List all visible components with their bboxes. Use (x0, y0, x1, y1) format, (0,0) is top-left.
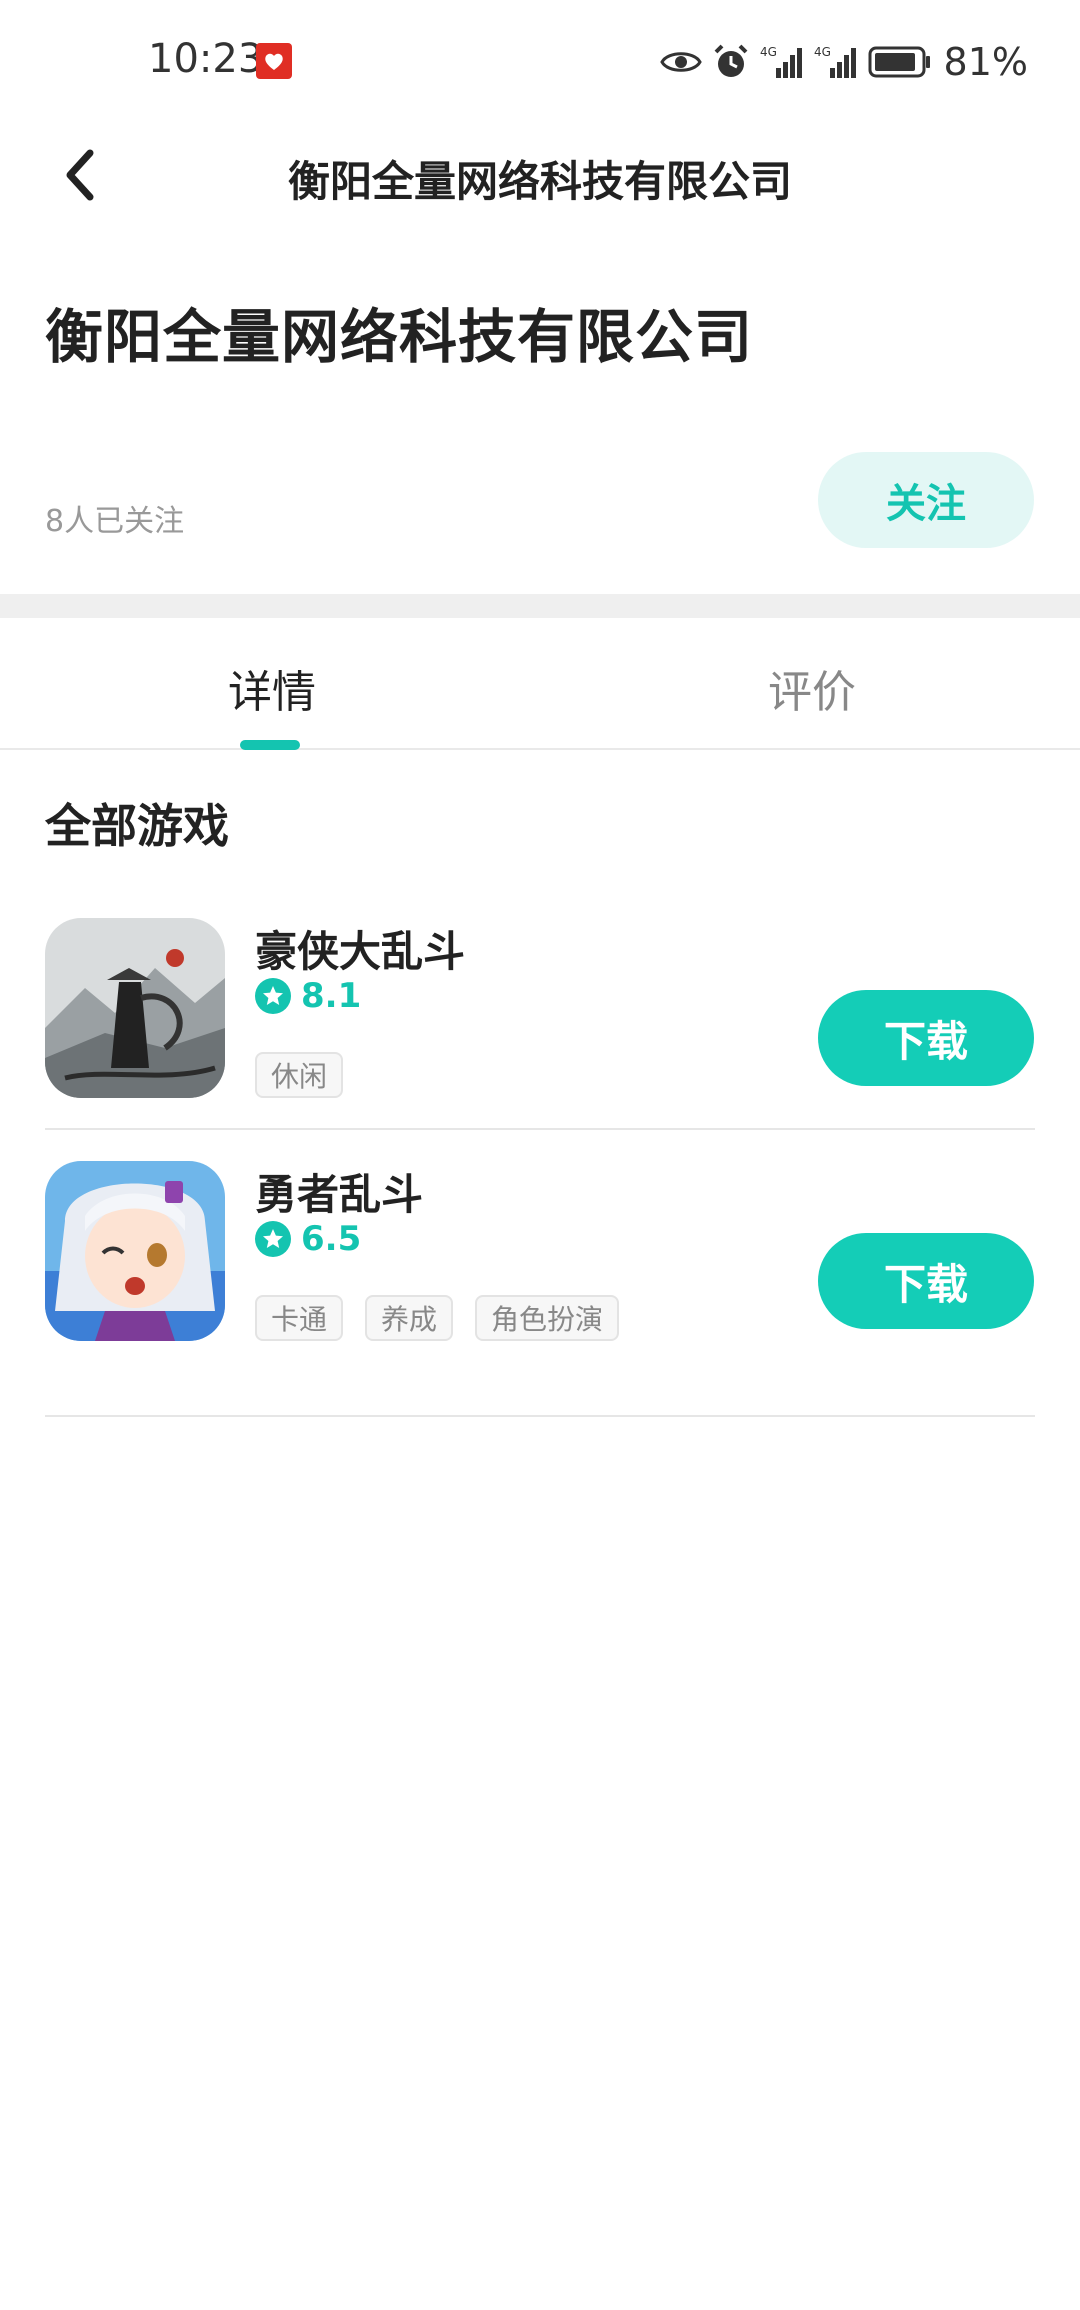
page-title: 衡阳全量网络科技有限公司 (287, 157, 792, 206)
signal-4g-icon: 4G (760, 44, 804, 80)
game-rating: 8.1 (255, 976, 361, 1016)
anime-girl-game-icon[interactable] (45, 1161, 225, 1341)
follow-button[interactable]: 关注 (818, 452, 1034, 548)
game-name: 豪侠大乱斗 (255, 927, 466, 976)
alarm-icon (712, 43, 750, 81)
section-title: 全部游戏 (45, 799, 229, 853)
download-button[interactable]: 下载 (818, 990, 1034, 1086)
rating-value: 8.1 (301, 976, 362, 1016)
list-divider (45, 1415, 1035, 1417)
game-tag[interactable]: 角色扮演 (475, 1295, 620, 1341)
game-tag[interactable]: 养成 (365, 1295, 454, 1341)
pinduoduo-icon (256, 43, 292, 79)
status-bar: 10:23 4G 4G 81% (0, 0, 1080, 120)
tab-details[interactable]: 详情 (228, 656, 316, 720)
game-name: 勇者乱斗 (255, 1170, 424, 1219)
tag-list: 卡通 养成 角色扮演 (255, 1295, 641, 1341)
signal-4g-icon: 4G (814, 44, 858, 80)
battery-percentage: 81% (943, 40, 1028, 84)
game-tag[interactable]: 休闲 (255, 1052, 344, 1098)
list-divider (45, 1128, 1035, 1130)
status-time: 10:23 (148, 36, 264, 82)
section-separator (0, 594, 1080, 618)
battery-icon (868, 45, 932, 79)
company-name: 衡阳全量网络科技有限公司 (45, 303, 754, 371)
rating-value: 6.5 (301, 1219, 362, 1259)
svg-text:4G: 4G (760, 45, 777, 59)
ink-swordsman-game-icon[interactable] (45, 918, 225, 1098)
star-icon (255, 1221, 291, 1257)
tag-list: 休闲 (255, 1052, 365, 1098)
list-item[interactable]: 豪侠大乱斗 8.1 休闲 下载 (45, 918, 1035, 1118)
star-icon (255, 978, 291, 1014)
game-tag[interactable]: 卡通 (255, 1295, 344, 1341)
download-button[interactable]: 下载 (818, 1233, 1034, 1329)
nav-bar: 衡阳全量网络科技有限公司 (0, 130, 1080, 220)
status-icons: 4G 4G 81% (650, 38, 1028, 86)
tab-reviews[interactable]: 评价 (768, 656, 856, 720)
eye-icon (659, 47, 702, 77)
tab-bar: 详情 评价 (0, 618, 1080, 750)
game-rating: 6.5 (255, 1219, 361, 1259)
follower-count: 8人已关注 (45, 504, 185, 539)
list-item[interactable]: 勇者乱斗 6.5 卡通 养成 角色扮演 下载 (45, 1161, 1035, 1361)
active-tab-indicator (240, 740, 300, 750)
svg-text:4G: 4G (814, 45, 831, 59)
